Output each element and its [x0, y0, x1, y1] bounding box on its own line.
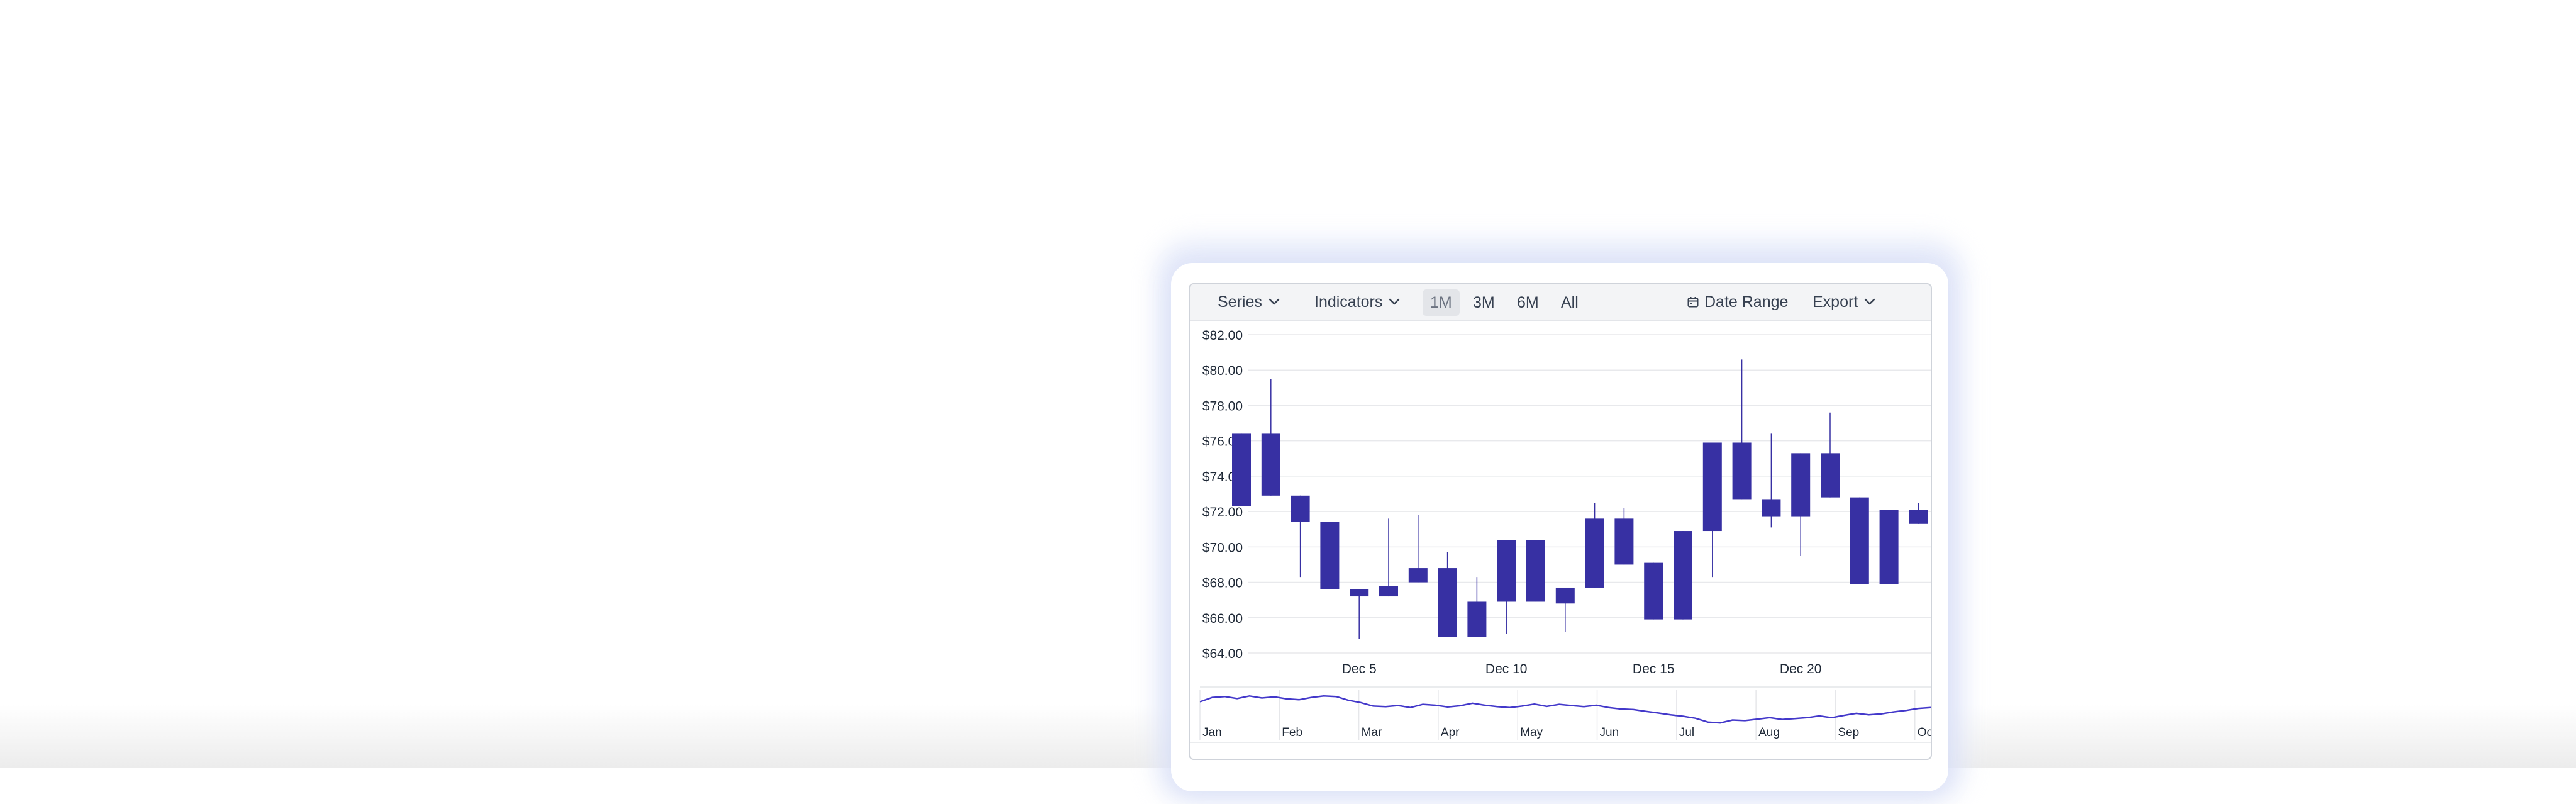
- candle-body: [1408, 568, 1428, 583]
- date-range-label: Date Range: [1704, 293, 1789, 311]
- candle-up: [1232, 433, 1251, 506]
- y-tick-label: $80.00: [1202, 364, 1243, 378]
- navigator-month-label: Sep: [1838, 726, 1859, 739]
- candle-up: [1379, 518, 1398, 597]
- candle-body: [1232, 433, 1251, 506]
- range-1m-button[interactable]: 1M: [1423, 289, 1460, 316]
- candle-up: [1909, 503, 1928, 524]
- candle-body: [1467, 601, 1487, 637]
- y-tick-label: $66.00: [1202, 611, 1243, 626]
- chevron-down-icon: [1864, 298, 1875, 306]
- candle-up: [1732, 359, 1752, 500]
- candle-body: [1791, 453, 1811, 517]
- candle-up: [1467, 577, 1487, 637]
- navigator-month-label: Feb: [1282, 726, 1302, 739]
- candle-body: [1555, 587, 1575, 604]
- navigator-month-label: Oct: [1918, 726, 1931, 739]
- navigator-month-label: Mar: [1362, 726, 1382, 739]
- candle-up: [1762, 433, 1781, 528]
- candle-up: [1644, 562, 1663, 620]
- chevron-down-icon: [1389, 298, 1400, 306]
- candle-body: [1585, 518, 1604, 588]
- candle-up: [1438, 552, 1457, 637]
- indicators-dropdown[interactable]: Indicators: [1314, 284, 1400, 320]
- candle-up: [1555, 587, 1575, 632]
- date-range-button[interactable]: Date Range: [1687, 284, 1788, 320]
- candle-body: [1261, 433, 1280, 496]
- candle-body: [1291, 495, 1310, 522]
- candle-body: [1909, 510, 1928, 524]
- candle-up: [1350, 589, 1369, 639]
- candle-body: [1644, 562, 1663, 620]
- candle-body: [1762, 499, 1781, 517]
- export-dropdown[interactable]: Export: [1813, 284, 1875, 320]
- candle-up: [1850, 497, 1869, 584]
- range-3m-button[interactable]: 3M: [1465, 289, 1502, 316]
- candle-body: [1702, 442, 1722, 532]
- candle-up: [1879, 510, 1899, 584]
- candlestick-chart: $82.00$80.00$78.00$76.00$74.00$72.00$70.…: [1190, 328, 1931, 743]
- navigator-series-line: [1199, 695, 1931, 724]
- y-tick-label: $82.00: [1202, 328, 1243, 343]
- x-tick-label: Dec 10: [1485, 662, 1528, 676]
- navigator-month-label: Jun: [1600, 726, 1619, 739]
- y-tick-label: $70.00: [1202, 540, 1243, 555]
- series-label: Series: [1218, 293, 1262, 311]
- range-6m-button[interactable]: 6M: [1509, 289, 1546, 316]
- chart-toolbar: Series Indicators 1M 3M 6M All Date Rang…: [1190, 284, 1931, 321]
- candle-up: [1320, 522, 1340, 589]
- calendar-icon: [1687, 296, 1699, 308]
- candle-up: [1585, 503, 1604, 588]
- candle-body: [1732, 442, 1752, 500]
- candle-body: [1674, 531, 1692, 620]
- x-tick-label: Dec 5: [1342, 662, 1377, 676]
- x-tick-label: Dec 20: [1780, 662, 1822, 676]
- series-dropdown[interactable]: Series: [1218, 284, 1280, 320]
- y-tick-label: $64.00: [1202, 647, 1243, 661]
- candle-up: [1791, 453, 1811, 556]
- candle-body: [1350, 589, 1369, 597]
- candle-body: [1438, 568, 1457, 637]
- navigator-month-label: Jan: [1202, 726, 1222, 739]
- candle-body: [1821, 453, 1840, 498]
- candle-body: [1379, 586, 1398, 597]
- range-all-button[interactable]: All: [1553, 289, 1586, 316]
- y-tick-label: $78.00: [1202, 399, 1243, 413]
- navigator-month-label: Aug: [1758, 726, 1780, 739]
- chevron-down-icon: [1269, 298, 1280, 306]
- candle-up: [1674, 531, 1692, 620]
- candle-up: [1497, 540, 1516, 634]
- navigator-month-label: Apr: [1441, 726, 1460, 739]
- indicators-label: Indicators: [1314, 293, 1383, 311]
- export-label: Export: [1813, 293, 1858, 311]
- candle-up: [1526, 540, 1545, 602]
- y-tick-label: $68.00: [1202, 576, 1243, 591]
- candle-body: [1497, 540, 1516, 602]
- candle-body: [1879, 510, 1899, 584]
- y-tick-label: $72.00: [1202, 505, 1243, 520]
- candle-up: [1408, 515, 1428, 583]
- candle-up: [1291, 495, 1310, 578]
- candle-body: [1320, 522, 1340, 589]
- candle-body: [1526, 540, 1545, 602]
- navigator-month-label: May: [1520, 726, 1543, 739]
- x-tick-label: Dec 15: [1633, 662, 1675, 676]
- candles-group: [1232, 359, 1928, 639]
- candle-up: [1261, 379, 1280, 496]
- candle-up: [1821, 412, 1840, 498]
- navigator-month-label: Jul: [1679, 726, 1694, 739]
- candle-body: [1850, 497, 1869, 584]
- stock-chart-panel: Series Indicators 1M 3M 6M All Date Rang…: [1189, 283, 1932, 760]
- candle-up: [1614, 508, 1634, 565]
- candle-body: [1614, 518, 1634, 565]
- candle-up: [1702, 442, 1722, 578]
